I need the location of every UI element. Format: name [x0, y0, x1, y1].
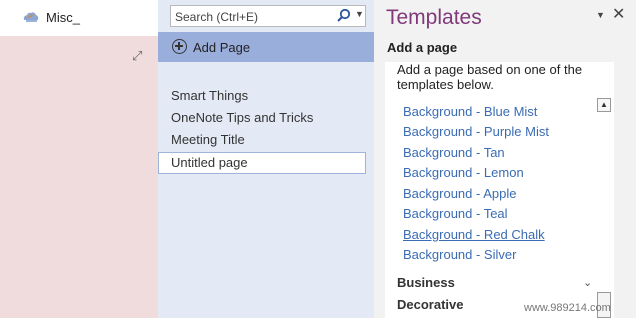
page-item[interactable]: Meeting Title — [158, 129, 366, 151]
category-decorative[interactable]: Decorative — [397, 297, 463, 312]
add-page-heading: Add a page — [387, 40, 458, 55]
page-item-selected[interactable]: Untitled page — [158, 152, 366, 174]
notebook-header[interactable]: Misc_ — [0, 0, 158, 34]
template-item[interactable]: Background - Teal — [403, 206, 508, 221]
close-icon[interactable]: ✕ — [612, 4, 625, 24]
chevron-down-icon[interactable]: ⌄ — [583, 276, 592, 289]
template-item[interactable]: Background - Purple Mist — [403, 124, 549, 139]
page-item[interactable]: Smart Things — [158, 85, 366, 107]
category-business[interactable]: Business — [397, 275, 455, 290]
watermark: www.989214.com — [524, 302, 611, 314]
search-box[interactable]: ▼ — [170, 5, 366, 27]
notebook-name[interactable]: Misc_ — [46, 10, 80, 25]
notebook-cloud-icon — [22, 10, 40, 24]
section-canvas[interactable] — [0, 36, 158, 318]
template-item-partial[interactable] — [403, 89, 583, 95]
expand-icon[interactable]: ⤢ — [132, 49, 144, 62]
pane-options-chevron-icon[interactable]: ▼ — [596, 10, 605, 20]
template-item[interactable]: Background - Blue Mist — [403, 104, 537, 119]
templates-description: Add a page based on one of the templates… — [397, 62, 583, 92]
add-page-label: Add Page — [193, 40, 251, 55]
search-input[interactable] — [175, 9, 325, 24]
templates-title: Templates — [386, 6, 482, 29]
template-item[interactable]: Background - Lemon — [403, 165, 524, 180]
template-item[interactable]: Background - Tan — [403, 145, 505, 160]
template-item-hovered[interactable]: Background - Red Chalk — [403, 227, 545, 242]
template-item[interactable]: Background - Apple — [403, 186, 516, 201]
search-icon[interactable] — [336, 8, 352, 24]
templates-scrollbar[interactable] — [597, 98, 611, 318]
template-item[interactable]: Background - Silver — [403, 247, 516, 262]
add-page-button[interactable]: Add Page — [158, 32, 374, 62]
scroll-up-arrow-icon[interactable]: ▲ — [597, 98, 611, 112]
add-circle-icon — [172, 39, 187, 54]
notebook-pane: Misc_ ⤢ — [0, 0, 158, 318]
page-item[interactable]: OneNote Tips and Tricks — [158, 107, 366, 129]
search-scope-chevron-icon[interactable]: ▼ — [355, 9, 364, 19]
